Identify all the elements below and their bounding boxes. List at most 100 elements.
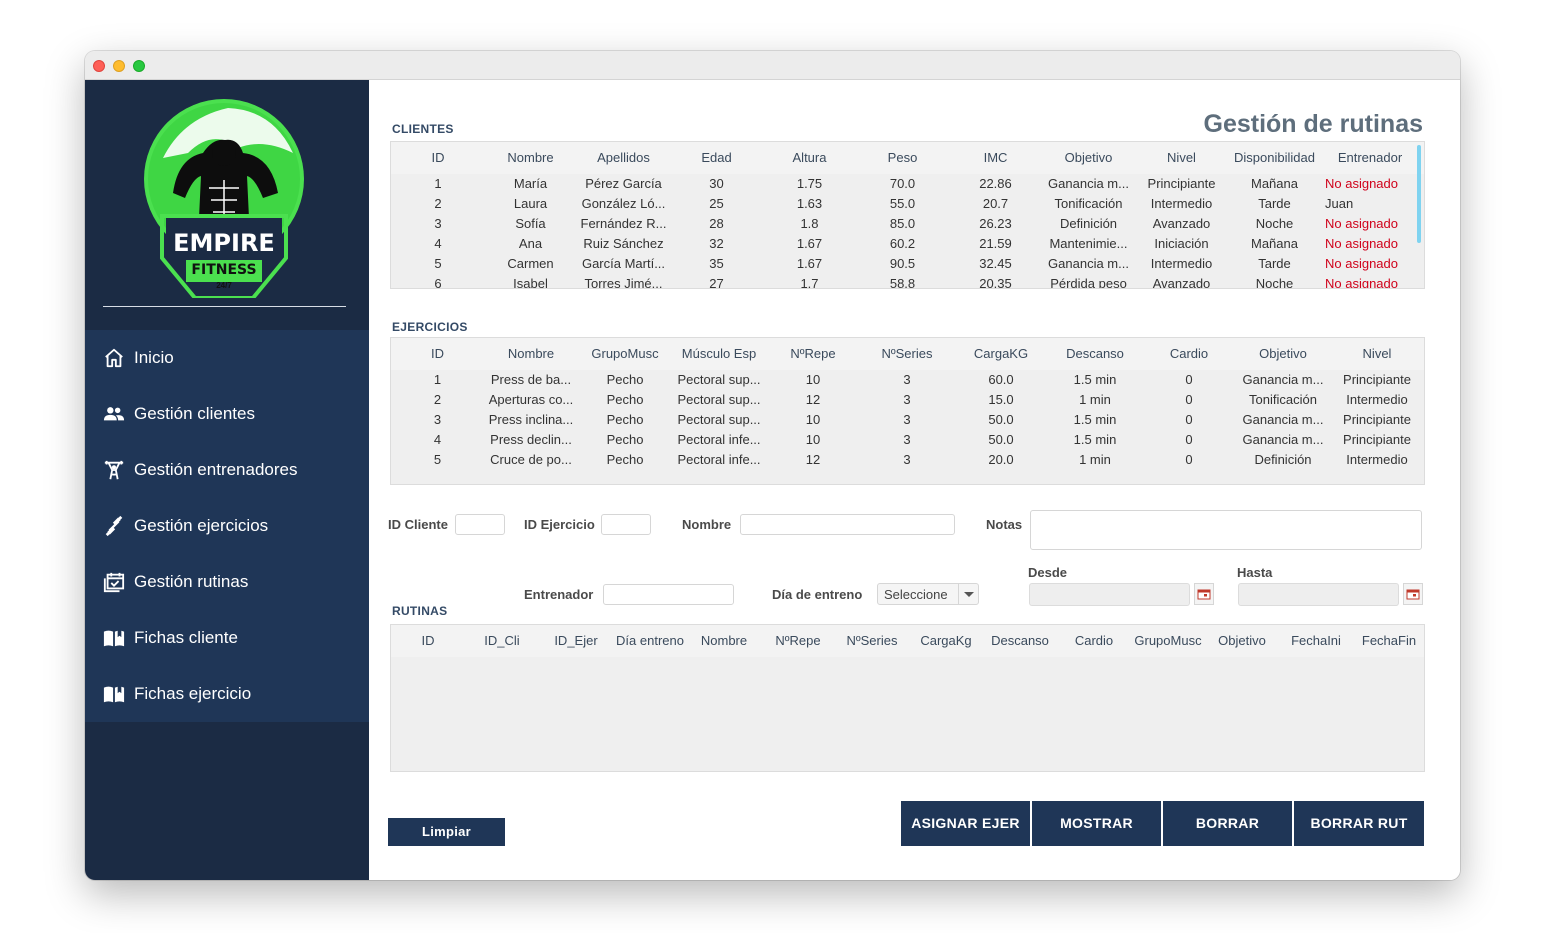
- calendar-icon[interactable]: [1403, 583, 1423, 605]
- column-header[interactable]: ID: [396, 142, 480, 174]
- table-cell: Pecho: [606, 452, 644, 467]
- table-cell: Definición: [1059, 216, 1118, 231]
- sidebar-item-fichas-cliente[interactable]: Fichas cliente: [85, 610, 369, 666]
- column-header[interactable]: Nombre: [484, 142, 577, 174]
- column-header[interactable]: Cardio: [1057, 625, 1131, 657]
- table-cell: 26.23: [979, 216, 1012, 231]
- column-header[interactable]: Edad: [670, 142, 763, 174]
- column-header[interactable]: GrupoMusc: [578, 338, 672, 370]
- sidebar-item-inicio[interactable]: Inicio: [85, 330, 369, 386]
- minimize-window-button[interactable]: [113, 60, 125, 72]
- column-header[interactable]: IMC: [949, 142, 1042, 174]
- table-cell: 0: [1185, 372, 1193, 387]
- logo-text-247: 24/7: [216, 281, 232, 290]
- column-header[interactable]: FechaFin: [1353, 625, 1424, 657]
- ejercicios-table[interactable]: ID Nombre GrupoMusc Músculo Esp NºRepe NºSeri…: [390, 337, 1425, 485]
- table-cell: Intermedio: [1346, 452, 1408, 467]
- table-row[interactable]: 2 Laura González Ló... 25 1.63 55.0 20.7 Tonifi…: [391, 194, 1424, 214]
- hasta-date-input[interactable]: [1238, 583, 1399, 606]
- asignar-ejercicio-button[interactable]: ASIGNAR EJER: [901, 801, 1030, 846]
- column-header[interactable]: NºRepe: [766, 338, 860, 370]
- table-row[interactable]: 1 María Pérez García 30 1.75 70.0 22.86 Gananci…: [391, 174, 1424, 194]
- table-row[interactable]: 1 Press de ba... Pecho Pectoral sup... 10 3 60…: [391, 370, 1424, 390]
- dia-entreno-select[interactable]: Seleccione: [877, 583, 979, 605]
- clientes-table[interactable]: ID Nombre Apellidos Edad Altura Peso IMC Objeti…: [390, 141, 1425, 289]
- column-header[interactable]: Día entreno: [613, 625, 687, 657]
- table-cell: 4: [433, 432, 442, 447]
- column-header[interactable]: NºSeries: [860, 338, 954, 370]
- limpiar-button[interactable]: Limpiar: [388, 818, 505, 846]
- title-bar: [85, 51, 1460, 80]
- sidebar-item-gestion-clientes[interactable]: Gestión clientes: [85, 386, 369, 442]
- empire-fitness-logo: EMPIRE FITNESS 24/7: [143, 98, 305, 300]
- column-header[interactable]: Descanso: [1048, 338, 1142, 370]
- column-header[interactable]: Disponibilidad: [1228, 142, 1321, 174]
- table-row[interactable]: 5 Carmen García Martí... 35 1.67 90.5 32.45 Gan…: [391, 254, 1424, 274]
- table-row[interactable]: 2 Aperturas co... Pecho Pectoral sup... 12 3 1…: [391, 390, 1424, 410]
- nombre-input[interactable]: [740, 514, 955, 535]
- column-header[interactable]: Nombre: [687, 625, 761, 657]
- table-row[interactable]: 4 Press declin... Pecho Pectoral infe... 10 3…: [391, 430, 1424, 450]
- id-ejercicio-input[interactable]: [601, 514, 651, 535]
- column-header[interactable]: ID_Cli: [465, 625, 539, 657]
- calendar-icon[interactable]: [1194, 583, 1214, 605]
- column-header[interactable]: ID_Ejer: [539, 625, 613, 657]
- column-header[interactable]: ID: [391, 625, 465, 657]
- column-header[interactable]: ID: [391, 338, 484, 370]
- table-cell: Ganancia m...: [1048, 176, 1129, 191]
- column-header[interactable]: NºSeries: [835, 625, 909, 657]
- column-header[interactable]: Cardio: [1142, 338, 1236, 370]
- desde-date-input[interactable]: [1029, 583, 1190, 606]
- column-header[interactable]: Objetivo: [1236, 338, 1330, 370]
- sidebar-item-gestion-ejercicios[interactable]: Gestión ejercicios: [85, 498, 369, 554]
- table-cell: Aperturas co...: [488, 392, 574, 407]
- id-cliente-label: ID Cliente: [388, 517, 448, 532]
- borrar-button[interactable]: BORRAR: [1163, 801, 1292, 846]
- column-header[interactable]: Nombre: [484, 338, 578, 370]
- column-header[interactable]: Nivel: [1135, 142, 1228, 174]
- column-header[interactable]: Objetivo: [1042, 142, 1135, 174]
- borrar-rutina-button[interactable]: BORRAR RUT: [1294, 801, 1424, 846]
- table-row[interactable]: 3 Press inclina... Pecho Pectoral sup... 10 3…: [391, 410, 1424, 430]
- column-header[interactable]: Peso: [856, 142, 949, 174]
- table-cell: Mantenimie...: [1049, 236, 1128, 251]
- table-cell: Pecho: [606, 372, 644, 387]
- close-window-button[interactable]: [93, 60, 105, 72]
- table-row[interactable]: 3 Sofía Fernández R... 28 1.8 85.0 26.23 Defini…: [391, 214, 1424, 234]
- column-header[interactable]: NºRepe: [761, 625, 835, 657]
- table-cell: 1 min: [1079, 452, 1111, 467]
- mostrar-button[interactable]: MOSTRAR: [1032, 801, 1161, 846]
- table-cell: Press de ba...: [490, 372, 572, 387]
- zoom-window-button[interactable]: [133, 60, 145, 72]
- table-cell: 70.0: [889, 176, 916, 191]
- notas-textarea[interactable]: [1030, 510, 1422, 550]
- table-cell: Pectoral infe...: [677, 452, 761, 467]
- column-header[interactable]: Entrenador: [1325, 142, 1415, 174]
- table-cell: Pecho: [606, 432, 644, 447]
- column-header[interactable]: Objetivo: [1205, 625, 1279, 657]
- table-cell: 1.5 min: [1073, 372, 1117, 387]
- table-cell: Tarde: [1258, 196, 1291, 211]
- table-cell: Torres Jimé...: [584, 276, 663, 289]
- column-header[interactable]: Nivel: [1330, 338, 1424, 370]
- table-row[interactable]: 4 Ana Ruiz Sánchez 32 1.67 60.2 21.59 Mantenimi…: [391, 234, 1424, 254]
- column-header[interactable]: Descanso: [983, 625, 1057, 657]
- column-header[interactable]: GrupoMusc: [1131, 625, 1205, 657]
- id-cliente-input[interactable]: [455, 514, 505, 535]
- sidebar-item-gestion-entrenadores[interactable]: Gestión entrenadores: [85, 442, 369, 498]
- column-header[interactable]: Altura: [763, 142, 856, 174]
- table-cell: 21.59: [979, 236, 1012, 251]
- sidebar-item-fichas-ejercicio[interactable]: Fichas ejercicio: [85, 666, 369, 722]
- column-header[interactable]: CargaKg: [909, 625, 983, 657]
- column-header[interactable]: Músculo Esp: [672, 338, 766, 370]
- logo-text-empire: EMPIRE: [173, 229, 275, 257]
- rutinas-table[interactable]: ID ID_Cli ID_Ejer Día entreno Nombre NºRepe Nº…: [390, 624, 1425, 772]
- table-row[interactable]: 6 Isabel Torres Jimé... 27 1.7 58.8 20.35 Pérdi…: [391, 274, 1424, 289]
- table-row[interactable]: 5 Cruce de po... Pecho Pectoral infe... 12 3 2…: [391, 450, 1424, 470]
- entrenador-input[interactable]: [603, 584, 734, 605]
- sidebar-item-gestion-rutinas[interactable]: Gestión rutinas: [85, 554, 369, 610]
- column-header[interactable]: Apellidos: [577, 142, 670, 174]
- column-header[interactable]: CargaKG: [954, 338, 1048, 370]
- sidebar-item-label: Fichas cliente: [134, 628, 238, 647]
- column-header[interactable]: FechaIni: [1279, 625, 1353, 657]
